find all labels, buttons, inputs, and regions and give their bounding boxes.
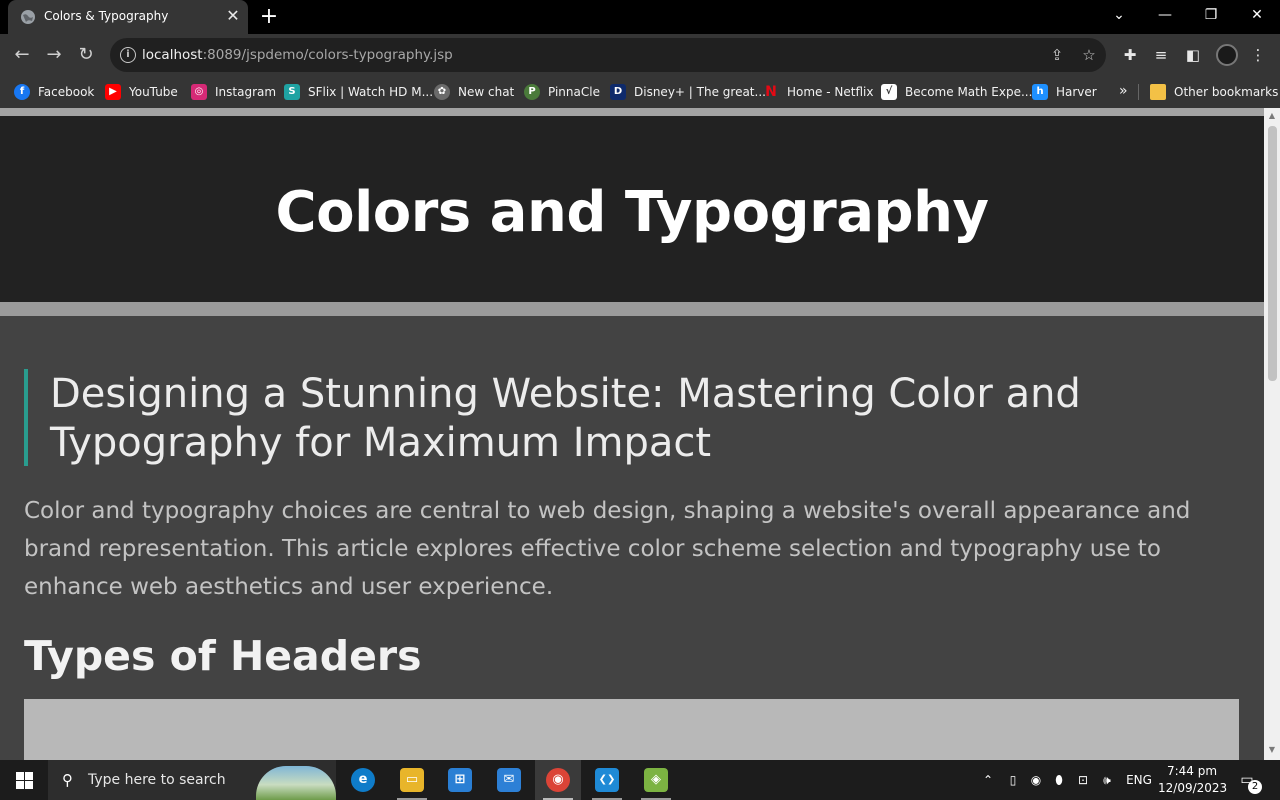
scrollbar-thumb[interactable] (1268, 126, 1277, 381)
menu-kebab-icon[interactable]: ⋮ (1247, 44, 1269, 66)
page-scrollbar[interactable]: ▲ ▼ (1264, 108, 1280, 760)
taskbar-app-android-studio[interactable]: ◈ (633, 760, 679, 800)
clock-time[interactable]: 7:44 pm (1162, 764, 1222, 778)
other-bookmarks-folder[interactable]: Other bookmarks (1150, 82, 1278, 102)
back-button[interactable]: ← (9, 42, 35, 68)
url-text[interactable]: localhost:8089/jspdemo/colors-typography… (142, 47, 453, 63)
disney-icon: D (610, 84, 626, 100)
taskbar-app-store[interactable]: ⊞ (437, 760, 483, 800)
notification-count-badge: 2 (1248, 780, 1262, 794)
new-tab-button[interactable]: + (258, 6, 280, 28)
hero-separator (0, 302, 1264, 316)
browser-tab[interactable]: Colors & Typography ✕ (8, 0, 248, 34)
pinnacle-icon: P (524, 84, 540, 100)
windows-logo-icon (16, 772, 24, 780)
taskbar-app-file-explorer[interactable]: ▭ (389, 760, 435, 800)
netflix-icon: N (765, 84, 777, 100)
store-icon: ⊞ (448, 768, 472, 792)
mail-icon: ✉ (497, 768, 521, 792)
volume-icon[interactable]: 🕪 (1098, 771, 1116, 789)
search-placeholder: Type here to search (88, 772, 226, 788)
media-control-icon[interactable]: ≡ (1150, 44, 1172, 66)
microphone-icon[interactable]: ⬮ (1052, 771, 1066, 789)
tray-overflow-chevron-icon[interactable]: ⌃ (980, 771, 996, 789)
bookmark-facebook[interactable]: f Facebook (14, 82, 94, 102)
header-demo-box (24, 699, 1239, 760)
windows-taskbar: ⚲ Type here to search e ▭ ⊞ ✉ ◉ ❮❯ ◈ ⌃ ▯… (0, 760, 1280, 800)
bookmark-new-chat[interactable]: ✿ New chat (434, 82, 514, 102)
harver-icon: h (1032, 84, 1048, 100)
bookmarks-overflow-button[interactable]: » (1119, 83, 1128, 99)
extensions-icon[interactable]: ✚ (1119, 44, 1141, 66)
taskbar-app-mail[interactable]: ✉ (486, 760, 532, 800)
tab-title: Colors & Typography (44, 9, 169, 23)
bookmark-instagram[interactable]: ◎ Instagram (191, 82, 276, 102)
bookmarks-divider (1138, 84, 1139, 100)
scroll-down-arrow-icon[interactable]: ▼ (1264, 744, 1280, 756)
bookmark-netflix[interactable]: N Home - Netflix (763, 82, 873, 102)
close-window-button[interactable]: ✕ (1234, 0, 1280, 30)
bookmark-math[interactable]: √ Become Math Expe... (881, 82, 1032, 102)
restore-button[interactable]: ❐ (1188, 0, 1234, 30)
reload-button[interactable]: ↻ (73, 42, 99, 68)
tab-search-button[interactable]: ⌄ (1096, 0, 1142, 30)
search-highlight-illustration (256, 766, 336, 800)
sflix-icon: S (284, 84, 300, 100)
scroll-up-arrow-icon[interactable]: ▲ (1264, 110, 1280, 122)
article-title: Designing a Stunning Website: Mastering … (50, 371, 1081, 466)
forward-button[interactable]: → (41, 42, 67, 68)
bookmark-sflix[interactable]: S SFlix | Watch HD M... (284, 82, 433, 102)
vscode-icon: ❮❯ (595, 768, 619, 792)
browser-toolbar: ← → ↻ i localhost:8089/jspdemo/colors-ty… (0, 34, 1280, 76)
taskbar-app-edge[interactable]: e (340, 760, 386, 800)
minimize-button[interactable]: — (1142, 0, 1188, 30)
math-icon: √ (881, 84, 897, 100)
share-icon[interactable]: ⇪ (1047, 45, 1067, 65)
pen-icon[interactable]: ▯ (1006, 771, 1020, 789)
folder-icon (1150, 84, 1166, 100)
tab-strip: Colors & Typography ✕ + ⌄ — ❐ ✕ (0, 0, 1280, 34)
camera-icon[interactable]: ◉ (1028, 771, 1044, 789)
youtube-icon: ▶ (105, 84, 121, 100)
language-indicator[interactable]: ENG (1124, 771, 1154, 789)
bookmark-pinnacle[interactable]: P PinnaCle (524, 82, 600, 102)
close-tab-icon[interactable]: ✕ (224, 7, 242, 25)
network-icon[interactable]: ⊡ (1074, 771, 1092, 789)
android-studio-icon: ◈ (644, 768, 668, 792)
site-info-icon[interactable]: i (120, 47, 136, 63)
taskbar-search-box[interactable]: ⚲ Type here to search (48, 760, 336, 800)
section-heading: Types of Headers (24, 632, 422, 680)
globe-icon (21, 10, 35, 24)
file-explorer-icon: ▭ (400, 768, 424, 792)
search-icon: ⚲ (62, 771, 73, 789)
bookmarks-bar: f Facebook ▶ YouTube ◎ Instagram S SFlix… (0, 76, 1280, 108)
side-panel-icon[interactable]: ◧ (1182, 44, 1204, 66)
intro-paragraph: Color and typography choices are central… (24, 498, 1191, 600)
facebook-icon: f (14, 84, 30, 100)
edge-icon: e (351, 768, 375, 792)
bookmark-youtube[interactable]: ▶ YouTube (105, 82, 178, 102)
page-viewport: Colors and Typography Designing a Stunni… (0, 108, 1264, 760)
title-accent-bar (24, 369, 28, 466)
taskbar-app-vscode[interactable]: ❮❯ (584, 760, 630, 800)
instagram-icon: ◎ (191, 84, 207, 100)
page-top-strip (0, 108, 1264, 116)
chatgpt-icon: ✿ (434, 84, 450, 100)
chrome-icon: ◉ (546, 768, 570, 792)
clock-date[interactable]: 12/09/2023 (1158, 781, 1227, 795)
taskbar-app-chrome[interactable]: ◉ (535, 760, 581, 800)
hero-title: Colors and Typography (275, 180, 990, 245)
address-bar[interactable]: i localhost:8089/jspdemo/colors-typograp… (110, 38, 1106, 72)
bookmark-star-icon[interactable]: ☆ (1079, 45, 1099, 65)
bookmark-disney[interactable]: D Disney+ | The great... (610, 82, 766, 102)
profile-avatar[interactable] (1216, 44, 1238, 66)
bookmark-harver[interactable]: h Harver (1032, 82, 1097, 102)
start-button[interactable] (0, 760, 48, 800)
